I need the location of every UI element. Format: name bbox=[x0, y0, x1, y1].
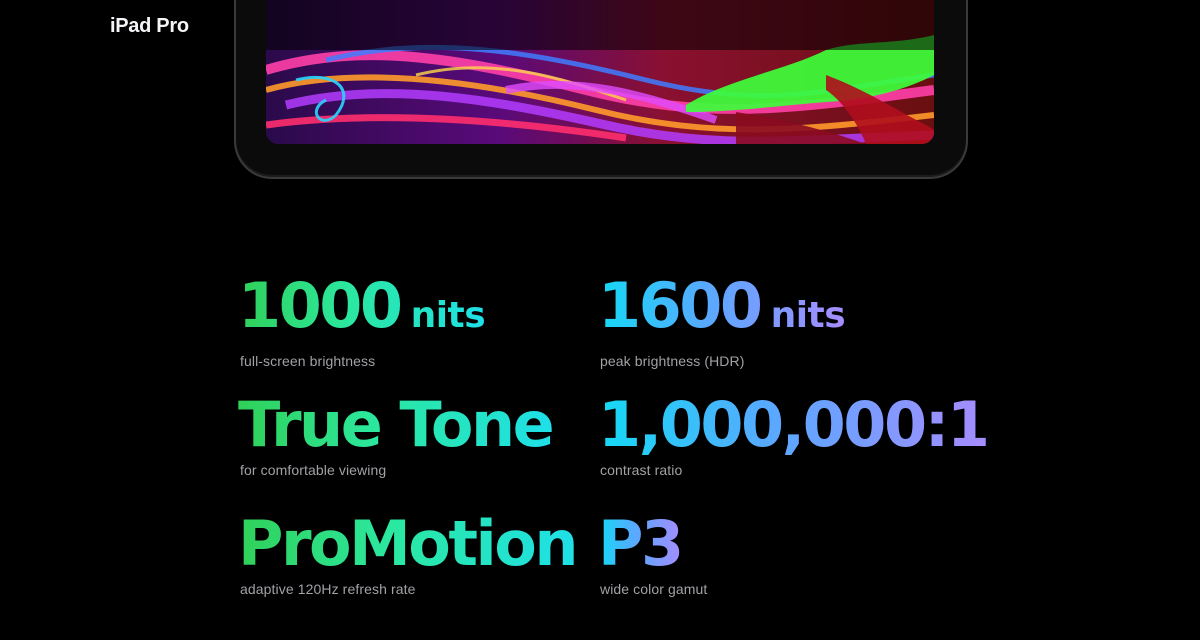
stat-caption: peak brightness (HDR) bbox=[600, 353, 745, 369]
stat-contrast-ratio: 1,000,000:1 contrast ratio bbox=[598, 389, 978, 478]
stat-caption: full-screen brightness bbox=[240, 353, 376, 369]
stat-number: 1600 bbox=[598, 269, 761, 342]
stat-caption: wide color gamut bbox=[600, 581, 708, 597]
stat-value: True Tone bbox=[238, 389, 552, 461]
stat-number: 1,000,000:1 bbox=[598, 388, 988, 461]
stat-true-tone: True Tone for comfortable viewing bbox=[238, 389, 618, 478]
stat-peak-brightness: 1600 nits peak brightness (HDR) bbox=[598, 270, 978, 369]
stat-caption: for comfortable viewing bbox=[240, 462, 387, 478]
page: iPad Pro 1000 nits full-screen brightnes… bbox=[0, 0, 1200, 640]
stat-p3-gamut: P3 wide color gamut bbox=[598, 508, 978, 597]
stat-unit: nits bbox=[410, 295, 486, 336]
stat-brightness: 1000 nits full-screen brightness bbox=[238, 270, 618, 369]
stat-value: 1000 nits bbox=[238, 270, 485, 352]
stat-number: P3 bbox=[598, 507, 682, 580]
stat-value: ProMotion bbox=[238, 508, 576, 580]
screen-dark-overlay bbox=[266, 0, 934, 50]
stat-value: P3 bbox=[598, 508, 682, 580]
stat-number: True Tone bbox=[238, 388, 553, 461]
stat-number: ProMotion bbox=[238, 507, 577, 580]
ipad-device-image bbox=[234, 0, 968, 179]
stat-value: 1600 nits bbox=[598, 270, 845, 352]
stat-unit: nits bbox=[770, 295, 846, 336]
stat-number: 1000 bbox=[238, 269, 401, 342]
stat-caption: adaptive 120Hz refresh rate bbox=[240, 581, 416, 597]
stat-caption: contrast ratio bbox=[600, 462, 683, 478]
product-title[interactable]: iPad Pro bbox=[110, 15, 189, 38]
ipad-screen-wallpaper bbox=[266, 0, 934, 144]
stat-value: 1,000,000:1 bbox=[598, 389, 988, 461]
stat-promotion: ProMotion adaptive 120Hz refresh rate bbox=[238, 508, 618, 597]
